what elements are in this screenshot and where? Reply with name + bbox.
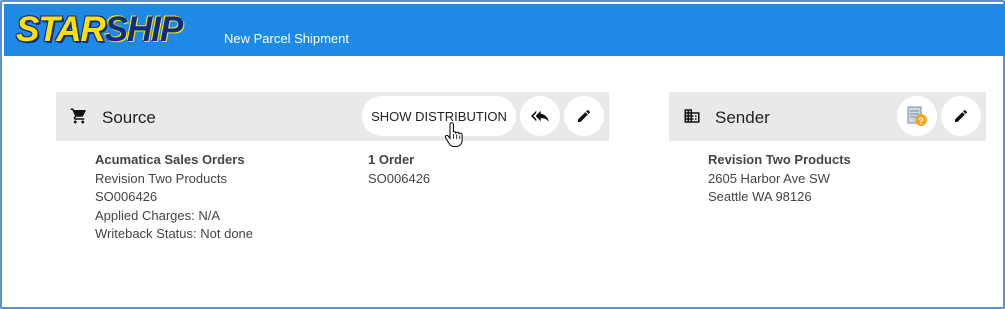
source-type-heading: Acumatica Sales Orders [95,152,245,167]
sender-details: Revision Two Products 2605 Harbor Ave SW… [708,151,851,207]
order-count: 1 Order [368,152,415,167]
show-distribution-button[interactable]: SHOW DISTRIBUTION [362,96,516,136]
sender-panel-header: Sender ? [669,92,986,141]
pencil-icon [578,109,591,122]
order-list-item: SO006426 [368,170,431,186]
writeback-status: Writeback Status: Not done [95,226,254,241]
applied-charges: Applied Charges: N/A [95,207,221,223]
source-order-number: SO006426 [95,189,158,204]
edit-sender-button[interactable] [941,96,981,136]
source-details: Acumatica Sales Orders Revision Two Prod… [95,151,253,244]
source-panel-header: Source SHOW DISTRIBUTION [56,92,609,141]
building-icon [684,109,700,123]
top-bar: STARSHIP New Parcel Shipment [4,4,1005,56]
hand-cursor-icon [444,122,463,147]
starship-logo: STARSHIP [16,10,184,50]
reply-all-icon [531,110,549,122]
pencil-icon [955,109,968,122]
reply-all-button[interactable] [520,96,560,136]
page-title: New Parcel Shipment [224,31,349,46]
address-help-icon: ? [907,106,927,126]
sender-title: Sender [715,108,770,127]
svg-text:?: ? [918,116,924,126]
address-help-button[interactable]: ? [897,96,937,136]
sender-street: 2605 Harbor Ave SW [708,170,830,186]
sender-city: Seattle WA 98126 [708,189,812,204]
order-summary: 1 Order SO006426 [368,151,430,188]
source-title: Source [102,108,156,127]
edit-source-button[interactable] [564,96,604,136]
logo-star: STAR [16,10,106,49]
app-window: STARSHIP New Parcel Shipment Source SHOW… [0,0,1005,309]
source-company: Revision Two Products [95,170,227,186]
logo-ship: SHIP [104,10,184,49]
cart-icon [70,108,86,124]
sender-name: Revision Two Products [708,152,851,167]
